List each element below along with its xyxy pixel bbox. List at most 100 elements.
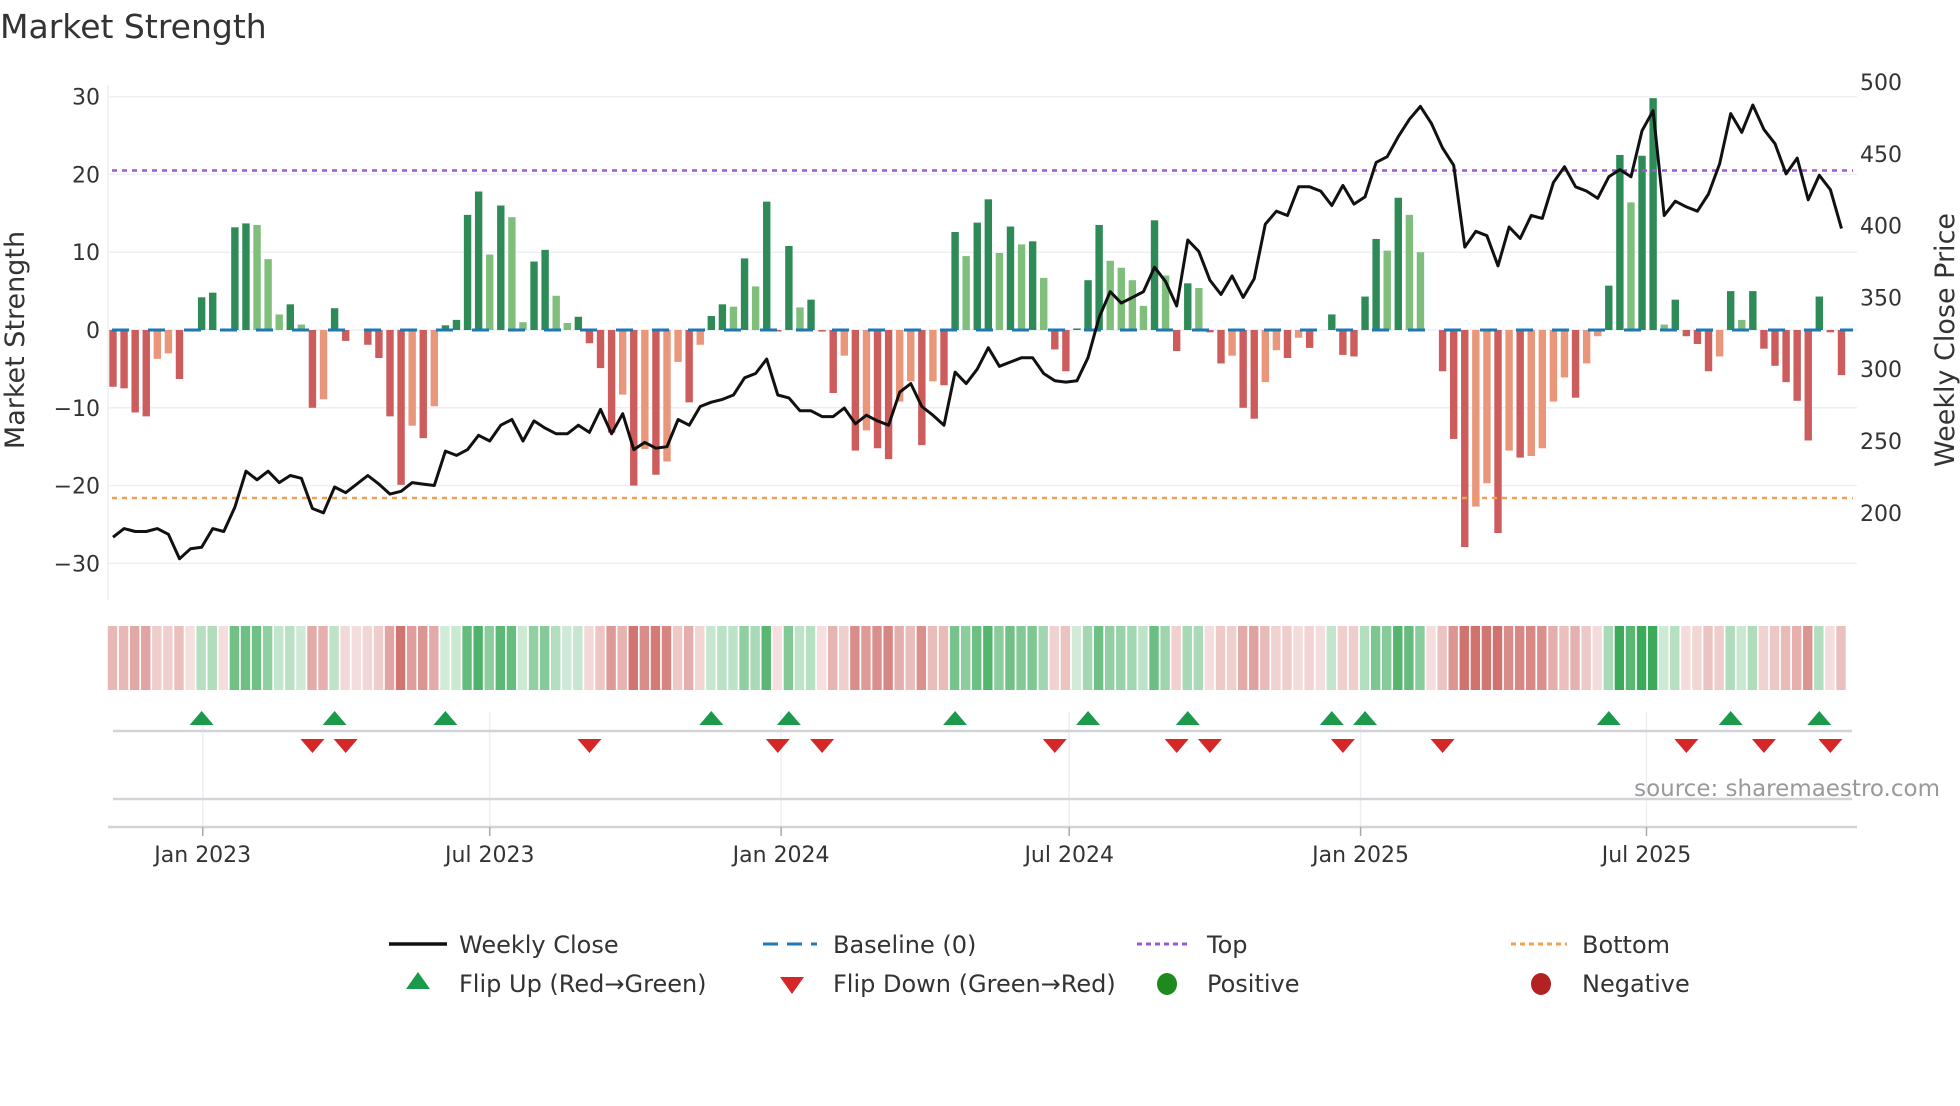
strength-bar bbox=[1527, 330, 1535, 457]
heat-cell bbox=[1769, 626, 1780, 690]
heat-cell bbox=[1016, 626, 1026, 690]
strength-bar bbox=[1760, 330, 1768, 349]
right-axis-ticks: 500 450 400 350 300 250 200 bbox=[1860, 71, 1902, 527]
flip-marker-panel bbox=[108, 711, 1857, 829]
heat-cell bbox=[418, 626, 428, 690]
strength-bar bbox=[264, 259, 272, 330]
heat-cell bbox=[1304, 626, 1314, 690]
flip-up-marker bbox=[943, 711, 968, 725]
flip-up-marker bbox=[1353, 711, 1378, 725]
strength-bar bbox=[1062, 330, 1070, 372]
strength-bar bbox=[131, 330, 139, 413]
strength-bar bbox=[652, 330, 660, 475]
legend: Weekly Close Baseline (0) Top Bottom Fli… bbox=[389, 931, 1690, 998]
strength-bar bbox=[275, 314, 283, 330]
strength-bar bbox=[785, 245, 793, 330]
strength-bar bbox=[995, 252, 1004, 330]
strength-bar bbox=[607, 330, 616, 433]
strength-bar bbox=[1826, 330, 1835, 333]
strength-bar bbox=[1804, 330, 1812, 441]
strength-bar bbox=[231, 227, 239, 330]
strength-bar bbox=[1272, 330, 1281, 351]
heat-cell bbox=[229, 626, 240, 690]
heat-cell bbox=[595, 626, 605, 690]
heat-cell bbox=[1537, 626, 1547, 690]
strength-bar bbox=[508, 217, 516, 330]
heat-cell bbox=[750, 626, 760, 690]
heat-cell bbox=[949, 626, 960, 690]
heat-cell bbox=[1116, 626, 1126, 690]
legend-bottom[interactable]: Bottom bbox=[1511, 931, 1670, 959]
heat-cell bbox=[451, 626, 461, 690]
heat-cell bbox=[1382, 626, 1392, 690]
strength-bar bbox=[707, 315, 716, 330]
legend-flip-up[interactable]: Flip Up (Red→Green) bbox=[406, 970, 707, 998]
heat-cell bbox=[285, 626, 295, 690]
legend-label: Top bbox=[1206, 931, 1248, 959]
strength-bar bbox=[341, 330, 350, 341]
flip-up-marker bbox=[1319, 711, 1344, 725]
heat-cell bbox=[329, 626, 339, 690]
legend-negative[interactable]: Negative bbox=[1531, 970, 1690, 998]
market-strength-chart: Market Strength 30 20 10 0 −10 −20 −30 500 450 4… bbox=[0, 7, 1960, 998]
weekly-close-line bbox=[112, 103, 1843, 561]
heat-cell bbox=[850, 626, 860, 690]
heat-cell bbox=[1503, 626, 1514, 690]
strength-bar bbox=[1815, 296, 1824, 330]
heat-cell bbox=[274, 626, 284, 690]
strength-bar bbox=[1328, 314, 1336, 330]
strength-bar bbox=[1195, 287, 1203, 330]
x-axis-ticks: Jan 2023 Jul 2023 Jan 2024 Jul 2024 Jan 2025… bbox=[152, 827, 1691, 868]
strength-bar bbox=[1017, 244, 1026, 330]
strength-bar bbox=[718, 304, 727, 330]
heat-cell bbox=[1027, 626, 1037, 690]
heat-cell bbox=[994, 626, 1004, 690]
y-tick-label: 10 bbox=[72, 241, 100, 266]
strength-bar bbox=[1538, 330, 1547, 449]
y2-tick-label: 250 bbox=[1860, 430, 1902, 455]
strength-bar bbox=[596, 330, 605, 369]
strength-bar bbox=[840, 330, 848, 356]
legend-positive[interactable]: Positive bbox=[1157, 970, 1300, 998]
flip-down-marker bbox=[333, 739, 358, 753]
heat-cell bbox=[960, 626, 971, 690]
flip-down-marker bbox=[1330, 739, 1355, 753]
heat-cell bbox=[1193, 626, 1204, 690]
heat-cell bbox=[1182, 626, 1192, 690]
heat-cell bbox=[916, 626, 927, 690]
x-tick-label: Jul 2023 bbox=[443, 843, 535, 868]
heat-cell bbox=[196, 626, 206, 690]
heat-cell bbox=[1603, 626, 1613, 690]
heat-cell bbox=[872, 626, 882, 690]
heat-cell bbox=[938, 626, 949, 690]
strength-bar bbox=[1682, 330, 1691, 337]
heat-cell bbox=[683, 626, 694, 690]
heat-cell bbox=[373, 626, 384, 690]
heat-cell bbox=[1160, 626, 1170, 690]
heat-cell bbox=[772, 626, 782, 690]
heat-cell bbox=[429, 626, 439, 690]
strength-bar bbox=[1505, 330, 1513, 451]
heat-cell bbox=[107, 626, 118, 690]
strength-bar bbox=[818, 330, 826, 332]
circle-icon bbox=[1531, 973, 1551, 995]
heat-cell bbox=[262, 626, 273, 690]
legend-top[interactable]: Top bbox=[1137, 931, 1248, 959]
strength-bar bbox=[1006, 226, 1015, 330]
strength-bar bbox=[873, 330, 882, 449]
legend-weekly-close[interactable]: Weekly Close bbox=[389, 931, 619, 959]
x-tick-label: Jan 2024 bbox=[731, 843, 830, 868]
heat-cell bbox=[983, 626, 993, 690]
strength-bar bbox=[1494, 330, 1502, 534]
strength-bar bbox=[1549, 330, 1558, 402]
heat-cell bbox=[1171, 626, 1181, 690]
heat-cell bbox=[1038, 626, 1048, 690]
heat-cell bbox=[395, 626, 406, 690]
flip-up-marker bbox=[1076, 711, 1101, 725]
legend-baseline[interactable]: Baseline (0) bbox=[763, 931, 976, 959]
heat-cell bbox=[1260, 626, 1270, 690]
heat-cell bbox=[1681, 626, 1691, 690]
strength-bar bbox=[1749, 291, 1757, 330]
legend-flip-down[interactable]: Flip Down (Green→Red) bbox=[780, 970, 1116, 998]
strength-bar bbox=[1483, 330, 1491, 484]
